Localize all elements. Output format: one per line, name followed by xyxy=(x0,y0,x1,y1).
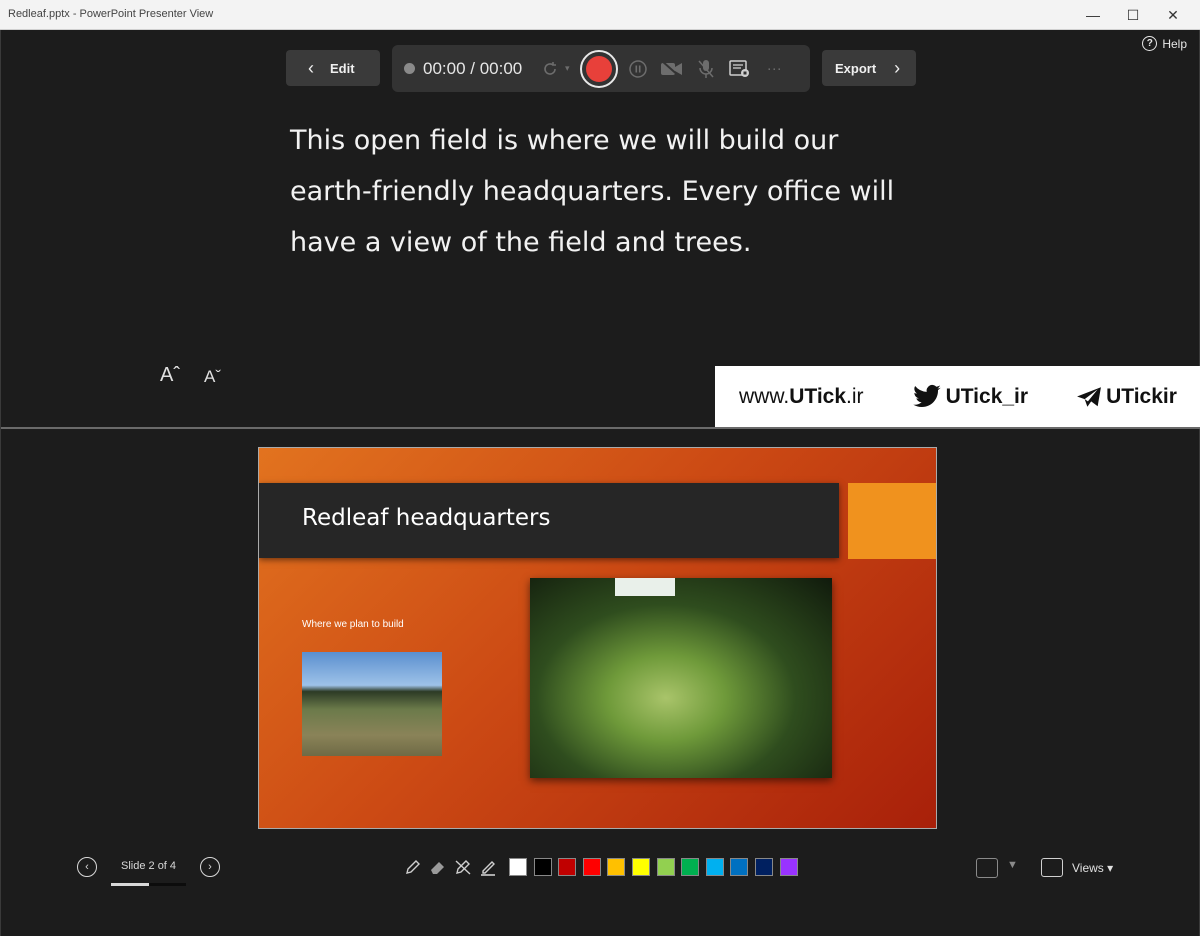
telegram-handle: UTickir xyxy=(1076,385,1177,409)
ink-color-swatch[interactable] xyxy=(755,858,773,876)
forest-photo-sky xyxy=(615,578,675,596)
slide-subtitle: Where we plan to build xyxy=(302,619,404,630)
export-label: Export xyxy=(835,60,877,76)
status-dot-icon xyxy=(404,63,415,74)
close-button[interactable]: ✕ xyxy=(1158,4,1188,26)
decrease-font-button[interactable]: Aˇ xyxy=(204,367,221,387)
record-icon xyxy=(586,55,613,82)
maximize-button[interactable]: ☐ xyxy=(1118,4,1148,26)
teleprompter-icon[interactable] xyxy=(728,57,752,81)
ink-color-swatch[interactable] xyxy=(632,858,650,876)
edit-button[interactable]: ‹ Edit xyxy=(286,50,380,86)
window-title: Redleaf.pptx - PowerPoint Presenter View xyxy=(8,8,214,20)
twitter-icon xyxy=(912,384,941,407)
pause-icon[interactable] xyxy=(626,57,650,81)
ink-color-swatch[interactable] xyxy=(681,858,700,876)
ink-color-swatch[interactable] xyxy=(509,858,527,876)
current-slide[interactable]: Redleaf headquarters Where we plan to bu… xyxy=(258,447,937,829)
help-icon: ? xyxy=(1142,36,1158,51)
presenter-dropdown-icon[interactable]: ▼ xyxy=(1007,859,1018,871)
retake-dropdown-icon[interactable]: ▾ xyxy=(562,57,572,81)
highlighter-icon[interactable] xyxy=(477,856,499,878)
watermark-banner: www.UTick.ir UTick_ir UTickir xyxy=(715,366,1200,427)
record-button[interactable] xyxy=(580,49,619,88)
ink-color-swatch[interactable] xyxy=(582,858,601,876)
slide-progress-bar xyxy=(111,883,186,886)
views-button[interactable]: Views ▾ xyxy=(1072,861,1113,875)
slide-accent-block xyxy=(848,483,936,559)
window-title-bar: Redleaf.pptx - PowerPoint Presenter View… xyxy=(0,0,1200,30)
forest-photo xyxy=(530,578,832,778)
eraser-icon[interactable] xyxy=(427,856,449,878)
previous-slide-button[interactable]: ‹ xyxy=(77,857,97,877)
chevron-right-icon: › xyxy=(894,57,901,78)
ink-color-swatch[interactable] xyxy=(607,858,626,876)
pen-icon[interactable] xyxy=(402,856,424,878)
help-label: Help xyxy=(1162,36,1187,51)
presenter-view: ? Help ‹ Edit 00:00 / 00:00 ▾ ··· Export… xyxy=(0,30,1200,936)
more-options-icon[interactable]: ··· xyxy=(762,57,786,81)
views-icon[interactable] xyxy=(1041,858,1063,877)
next-slide-button[interactable]: › xyxy=(200,857,220,877)
recording-timer: 00:00 / 00:00 xyxy=(423,58,523,78)
edit-label: Edit xyxy=(330,60,355,76)
camera-off-icon[interactable] xyxy=(660,57,684,81)
twitter-handle: UTick_ir xyxy=(912,384,1028,410)
slide-title-box: Redleaf headquarters xyxy=(259,483,839,558)
slide-progress-fill xyxy=(111,883,149,886)
pane-divider[interactable] xyxy=(1,427,1200,429)
ink-color-swatch[interactable] xyxy=(558,858,577,876)
ink-color-swatch[interactable] xyxy=(656,858,675,876)
erase-all-icon[interactable] xyxy=(452,856,474,878)
field-photo xyxy=(302,652,442,756)
presenter-camera-icon[interactable] xyxy=(976,858,998,878)
increase-font-button[interactable]: Aˆ xyxy=(160,364,180,387)
ink-color-swatch[interactable] xyxy=(779,858,798,876)
retake-icon[interactable] xyxy=(538,57,562,81)
speaker-notes[interactable]: This open field is where we will build o… xyxy=(290,115,910,268)
chevron-left-icon: ‹ xyxy=(308,57,314,78)
website-label: www.UTick.ir xyxy=(739,384,864,408)
ink-color-swatch[interactable] xyxy=(533,858,552,876)
help-button[interactable]: ? Help xyxy=(1142,36,1187,51)
minimize-button[interactable]: — xyxy=(1078,4,1108,26)
slide-counter[interactable]: Slide 2 of 4 xyxy=(121,860,176,872)
ink-color-swatch[interactable] xyxy=(705,858,724,876)
ink-color-swatch[interactable] xyxy=(730,858,749,876)
export-button[interactable]: Export › xyxy=(822,50,916,86)
recording-toolbar: 00:00 / 00:00 ▾ ··· xyxy=(392,45,810,92)
microphone-off-icon[interactable] xyxy=(694,57,718,81)
telegram-icon xyxy=(1077,386,1102,407)
slide-title: Redleaf headquarters xyxy=(302,505,551,531)
